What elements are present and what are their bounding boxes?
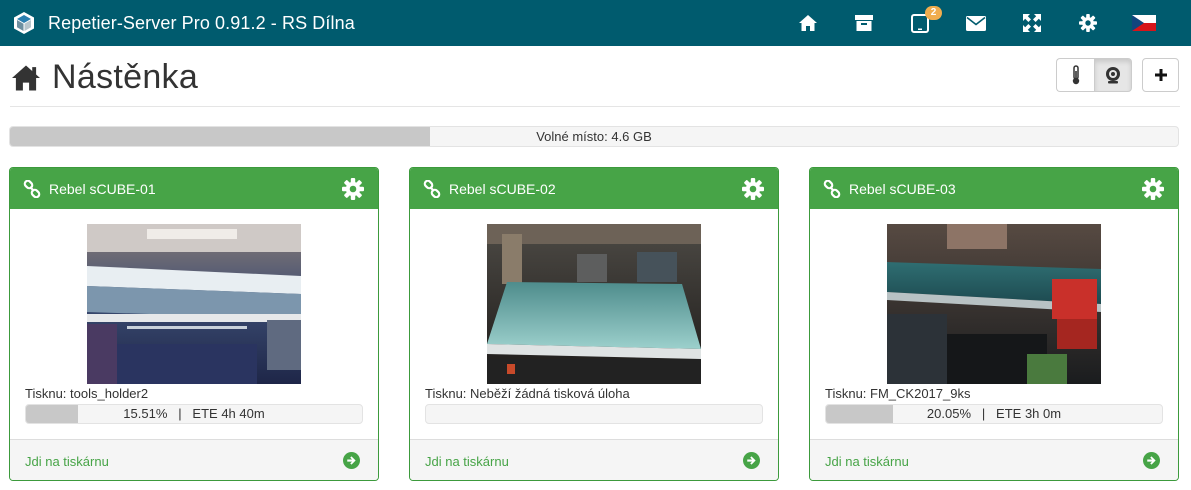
nav-messages[interactable] <box>948 0 1004 46</box>
print-progress-label: 15.51% | ETE 4h 40m <box>123 406 265 421</box>
nav-archive[interactable] <box>836 0 892 46</box>
repetier-logo-icon <box>14 12 34 34</box>
printer-settings-gear-icon[interactable] <box>1142 178 1164 200</box>
printer-job: Tisknu: FM_CK2017_9ks <box>825 386 971 401</box>
printer-panel: Rebel sCUBE-03 Tisknu: FM_CK2017_9ks 20.… <box>809 167 1179 481</box>
go-to-printer-link[interactable]: Jdi na tiskárnu <box>10 439 378 480</box>
link-icon <box>23 179 41 198</box>
printer-name: Rebel sCUBE-03 <box>849 180 956 197</box>
brand[interactable]: Repetier-Server Pro 0.91.2 - RS Dílna <box>0 0 355 46</box>
add-button[interactable] <box>1142 58 1179 92</box>
nav-settings[interactable] <box>1060 0 1116 46</box>
nav-home[interactable] <box>780 0 836 46</box>
go-to-printer-link[interactable]: Jdi na tiskárnu <box>810 439 1178 480</box>
printer-job: Tisknu: tools_holder2 <box>25 386 149 401</box>
nav-tablet[interactable]: 2 <box>892 0 948 46</box>
go-to-printer-label: Jdi na tiskárnu <box>25 453 109 469</box>
print-progress-bar: 15.51% | ETE 4h 40m <box>25 404 363 424</box>
printer-settings-gear-icon[interactable] <box>342 178 364 200</box>
nav-fullscreen[interactable] <box>1004 0 1060 46</box>
print-progress-bar: 20.05% | ETE 3h 0m <box>825 404 1163 424</box>
go-to-printer-label: Jdi na tiskárnu <box>425 453 509 469</box>
disk-space-label: Volné místo: 4.6 GB <box>536 129 652 144</box>
arrow-circle-right-icon <box>343 452 360 469</box>
top-navbar: Repetier-Server Pro 0.91.2 - RS Dílna 2 <box>0 0 1191 46</box>
page-title: Nástěnka <box>52 58 199 96</box>
print-progress-label: 20.05% | ETE 3h 0m <box>926 406 1062 421</box>
webcam-view-button[interactable] <box>1094 58 1132 92</box>
go-to-printer-link[interactable]: Jdi na tiskárnu <box>410 439 778 480</box>
plus-icon <box>1154 69 1167 81</box>
webcam-image[interactable] <box>487 224 701 384</box>
title-divider <box>10 106 1180 107</box>
webcam-image[interactable] <box>87 224 301 384</box>
page-header: Nástěnka <box>10 56 1180 100</box>
go-to-printer-label: Jdi na tiskárnu <box>825 453 909 469</box>
printer-settings-gear-icon[interactable] <box>742 178 764 200</box>
czech-flag-icon <box>1132 15 1156 31</box>
printer-panel: Rebel sCUBE-02 Tisknu: Neběží žádná tisk… <box>409 167 779 481</box>
envelope-icon <box>966 15 986 31</box>
webcam-image[interactable] <box>887 224 1101 384</box>
link-icon <box>823 179 841 198</box>
arrow-circle-right-icon <box>1143 452 1160 469</box>
printer-job: Tisknu: Neběží žádná tisková úloha <box>425 386 630 401</box>
home-icon <box>12 65 40 90</box>
view-toggle <box>1056 58 1132 92</box>
printer-panel-header: Rebel sCUBE-02 <box>410 168 778 209</box>
printer-panel-header: Rebel sCUBE-03 <box>810 168 1178 209</box>
thermometer-icon <box>1072 65 1079 85</box>
webcam-icon <box>1106 67 1120 84</box>
printer-panel: Rebel sCUBE-01 Tisknu: tools_holder2 15.… <box>9 167 379 481</box>
nav-language[interactable] <box>1116 0 1172 46</box>
print-progress-bar <box>425 404 763 424</box>
link-icon <box>423 179 441 198</box>
app-title: Repetier-Server Pro 0.91.2 - RS Dílna <box>48 12 355 33</box>
printer-name: Rebel sCUBE-01 <box>49 180 156 197</box>
disk-space-bar: Volné místo: 4.6 GB <box>9 126 1179 147</box>
home-icon <box>799 15 817 31</box>
arrow-circle-right-icon <box>743 452 760 469</box>
archive-icon <box>855 15 873 31</box>
printer-panel-header: Rebel sCUBE-01 <box>10 168 378 209</box>
notification-badge: 2 <box>925 6 942 20</box>
fullscreen-icon <box>1023 14 1041 32</box>
printer-name: Rebel sCUBE-02 <box>449 180 556 197</box>
gear-icon <box>1079 14 1097 32</box>
temperature-view-button[interactable] <box>1056 58 1094 92</box>
